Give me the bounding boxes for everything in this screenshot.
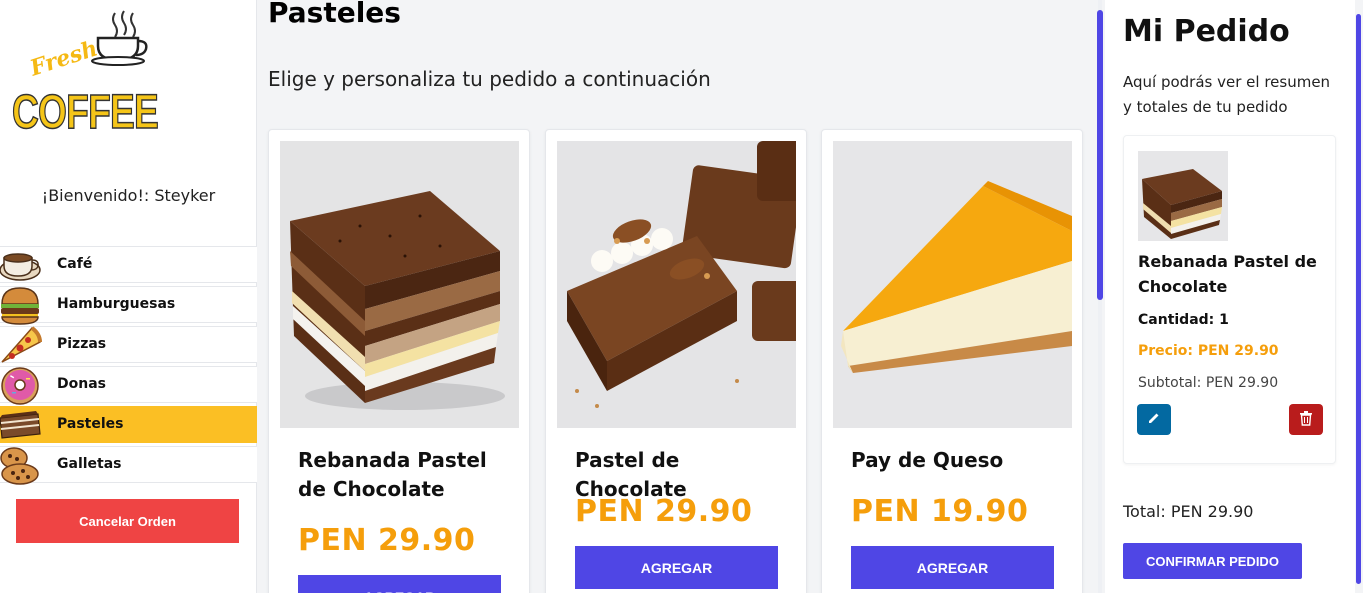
add-to-order-button[interactable]: AGREGAR [851, 546, 1054, 589]
delete-item-button[interactable] [1289, 404, 1323, 435]
add-to-order-button[interactable]: AGREGAR [298, 575, 501, 593]
product-price: PEN 29.90 [575, 494, 753, 529]
category-item-galletas[interactable]: Galletas [0, 444, 257, 486]
fresh-coffee-logo: Fresh COFFEE [10, 8, 160, 140]
order-item-subtotal: Subtotal: PEN 29.90 [1138, 375, 1279, 391]
category-label: Pasteles [57, 416, 124, 432]
order-total: Total: PEN 29.90 [1123, 502, 1254, 521]
order-item-price: Precio: PEN 29.90 [1138, 343, 1279, 359]
product-price: PEN 29.90 [298, 523, 476, 558]
product-card: Rebanada Pastel de Chocolate PEN 29.90 A… [268, 129, 530, 593]
chocolate-bars-image [557, 141, 796, 428]
category-item-donas[interactable]: Donas [0, 364, 257, 406]
product-card: Pay de Queso PEN 19.90 AGREGAR [821, 129, 1083, 593]
category-item-pasteles[interactable]: Pasteles [0, 406, 257, 443]
cancel-order-button[interactable]: Cancelar Orden [16, 499, 239, 543]
order-description: Aquí podrás ver el resumen y totales de … [1123, 73, 1331, 116]
category-label: Pizzas [57, 336, 107, 352]
product-name: Rebanada Pastel de Chocolate [298, 448, 487, 501]
category-label: Galletas [57, 456, 122, 472]
add-to-order-button[interactable]: AGREGAR [575, 546, 778, 589]
category-label: Café [57, 256, 93, 272]
order-item: Rebanada Pastel de Chocolate Cantidad: 1… [1123, 135, 1336, 464]
order-item-quantity: Cantidad: 1 [1138, 312, 1229, 328]
cheesecake-image [833, 141, 1072, 428]
sidebar: Fresh COFFEE ¡Bienvenido!: Steyker Café [0, 0, 257, 593]
welcome-message: ¡Bienvenido!: Steyker [41, 186, 216, 205]
category-label: Donas [57, 376, 106, 392]
edit-item-button[interactable] [1137, 404, 1171, 435]
order-panel: Mi Pedido Aquí podrás ver el resumen y t… [1105, 0, 1355, 593]
product-card: Pastel de Chocolate PEN 29.90 AGREGAR [545, 129, 807, 593]
page-subtitle: Elige y personaliza tu pedido a continua… [268, 67, 711, 91]
coffee-icon [0, 244, 42, 286]
order-title: Mi Pedido [1123, 14, 1290, 49]
burger-icon [0, 284, 42, 326]
category-item-cafe[interactable]: Café [0, 246, 257, 283]
pizza-icon [0, 324, 42, 366]
product-area: Pasteles Elige y personaliza tu pedido a… [257, 0, 1095, 593]
cookie-icon [0, 444, 42, 486]
order-scrollbar-thumb[interactable] [1356, 14, 1361, 584]
page-title: Pasteles [268, 0, 401, 29]
chocolate-cake-slice-image [280, 141, 519, 428]
cake-icon [0, 404, 42, 446]
order-item-name: Rebanada Pastel de Chocolate [1138, 252, 1317, 296]
category-list: Café Hamburguesas Pizzas Donas Pasteles … [0, 246, 257, 486]
donut-icon [0, 364, 42, 406]
order-item-image [1138, 151, 1228, 241]
app-root: Fresh COFFEE ¡Bienvenido!: Steyker Café [0, 0, 1363, 593]
pencil-icon [1147, 410, 1161, 429]
category-item-pizzas[interactable]: Pizzas [0, 326, 257, 363]
confirm-order-button[interactable]: CONFIRMAR PEDIDO [1123, 543, 1302, 579]
svg-text:Fresh: Fresh [26, 35, 101, 81]
product-name: Pay de Queso [851, 448, 1004, 472]
product-price: PEN 19.90 [851, 494, 1029, 529]
main-scrollbar-thumb[interactable] [1097, 10, 1103, 300]
category-label: Hamburguesas [57, 296, 176, 312]
category-item-hamburguesas[interactable]: Hamburguesas [0, 284, 257, 326]
trash-icon [1299, 410, 1313, 430]
svg-text:COFFEE: COFFEE [12, 86, 158, 138]
